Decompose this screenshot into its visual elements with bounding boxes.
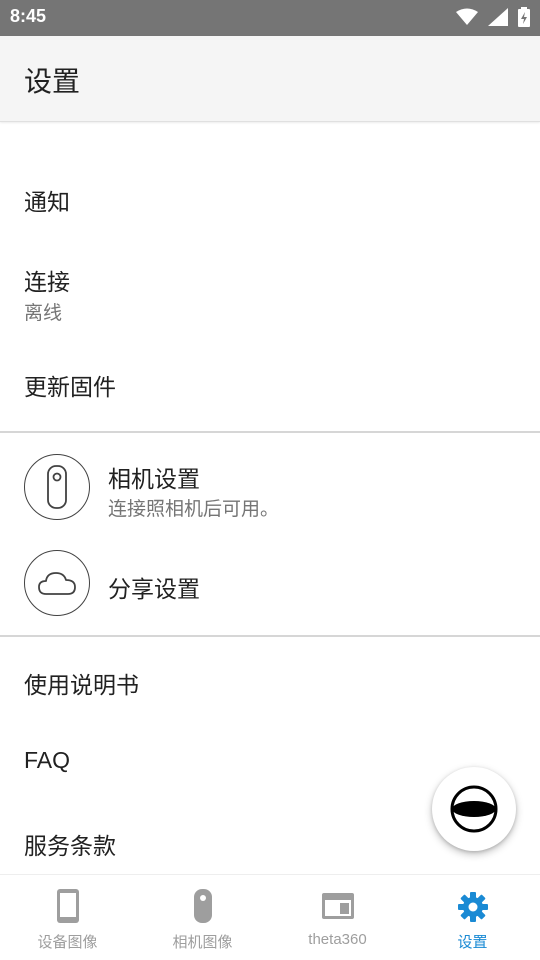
- wifi-icon: [456, 8, 478, 25]
- phone-icon: [56, 889, 79, 923]
- firmware-update-item[interactable]: 更新固件: [24, 368, 116, 402]
- divider: [0, 431, 540, 433]
- browser-icon: [321, 893, 354, 919]
- bottom-nav: 设备图像 相机图像 theta360 设置: [0, 874, 540, 960]
- status-time: 8:45: [10, 6, 47, 26]
- share-settings-icon: [24, 550, 90, 616]
- camera-settings-subtitle: 连接照相机后可用。: [108, 498, 280, 520]
- camera-settings-label: 相机设置: [108, 467, 200, 493]
- gear-icon: [457, 892, 488, 922]
- notifications-item[interactable]: 通知: [24, 183, 70, 217]
- app-bar: 设置: [0, 36, 540, 122]
- connection-label: 连接: [24, 270, 70, 296]
- share-settings-label: 分享设置: [108, 577, 200, 603]
- nav-label: 设置: [457, 933, 488, 951]
- cloud-icon: [38, 572, 76, 595]
- signal-icon: [488, 8, 508, 26]
- camera-settings-icon: [24, 454, 90, 520]
- divider: [0, 635, 540, 637]
- camera-icon: [193, 889, 212, 923]
- capture-fab[interactable]: [432, 767, 516, 851]
- status-bar: 8:45: [0, 0, 540, 36]
- nav-device-images[interactable]: 设备图像: [0, 875, 135, 960]
- terms-item[interactable]: 服务条款: [24, 827, 116, 861]
- nav-camera-images[interactable]: 相机图像: [135, 875, 270, 960]
- status-icons: [456, 7, 530, 27]
- nav-label: 设备图像: [37, 933, 98, 951]
- user-manual-item[interactable]: 使用说明书: [24, 666, 139, 700]
- nav-settings[interactable]: 设置: [405, 875, 540, 960]
- theta-camera-icon: [47, 465, 67, 509]
- nav-theta360[interactable]: theta360: [270, 875, 405, 960]
- nav-label: 相机图像: [172, 933, 233, 951]
- battery-icon: [518, 7, 530, 27]
- nav-label: theta360: [308, 931, 367, 948]
- page-title: 设置: [24, 65, 81, 98]
- connection-status: 离线: [24, 302, 63, 324]
- faq-item[interactable]: FAQ: [24, 747, 70, 774]
- theta-capture-icon: [450, 785, 498, 833]
